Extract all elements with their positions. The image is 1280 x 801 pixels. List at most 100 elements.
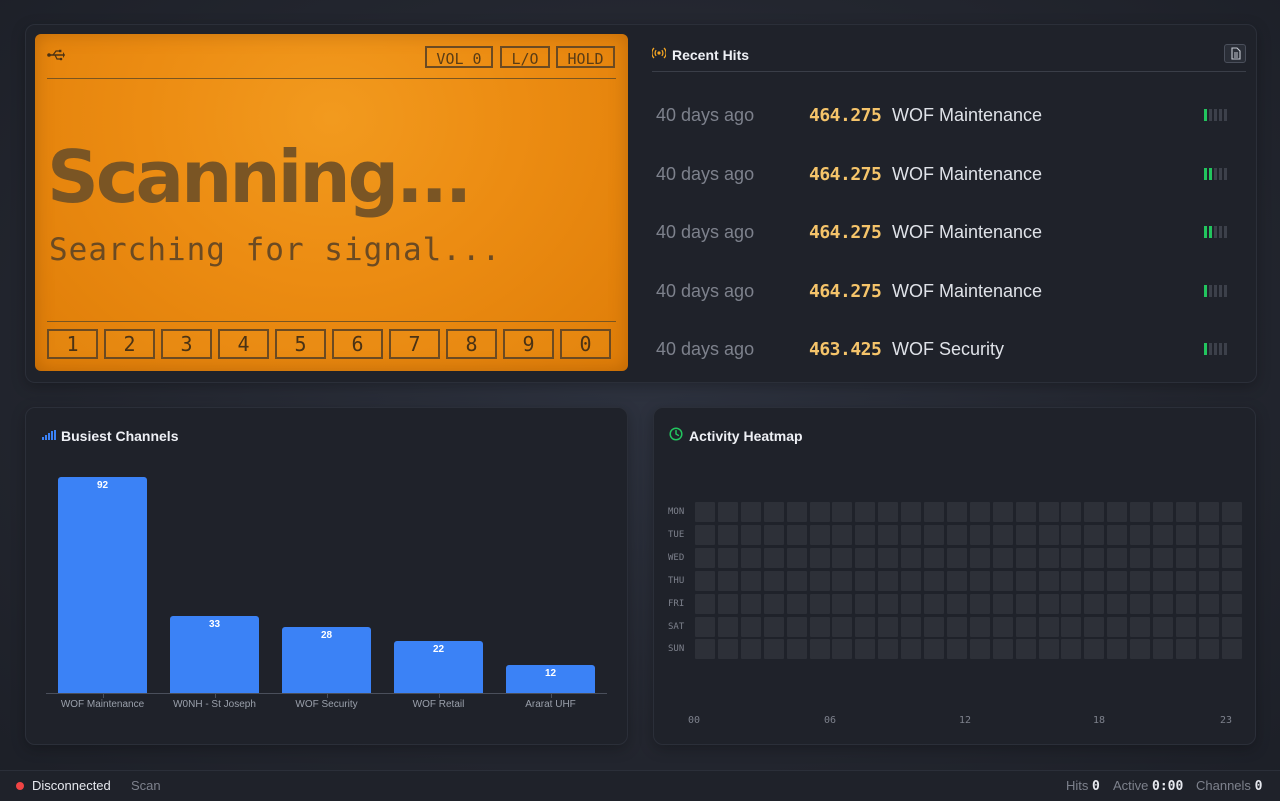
heatmap-cell	[809, 547, 830, 568]
x-axis	[46, 693, 607, 694]
heatmap-cell	[1107, 547, 1128, 568]
heatmap-cell	[1153, 547, 1173, 568]
signal-meter	[1204, 343, 1227, 355]
heatmap-cell	[878, 570, 899, 591]
heatmap-cell	[855, 524, 876, 545]
heatmap-cell	[924, 639, 944, 660]
signal-bars-icon	[42, 430, 56, 440]
hit-row[interactable]: 40 days ago 464.275 WOF Maintenance	[656, 164, 1236, 188]
key-1[interactable]: 1	[47, 329, 98, 359]
heatmap-cell	[1153, 570, 1173, 591]
heatmap-cell	[946, 639, 967, 660]
heatmap-cell	[1221, 547, 1242, 568]
heatmap-cell	[1061, 616, 1082, 637]
heatmap-cell	[740, 616, 761, 637]
heatmap-cell	[763, 547, 784, 568]
channels-value: 0	[1254, 779, 1263, 794]
lockout-indicator: L/O	[500, 46, 550, 68]
heatmap-cell	[832, 570, 853, 591]
signal-bar	[1224, 285, 1227, 297]
hit-time: 40 days ago	[656, 105, 755, 125]
heatmap-cell	[1084, 502, 1105, 522]
heatmap-cell	[763, 570, 784, 591]
heatmap-cell	[740, 570, 761, 591]
key-8[interactable]: 8	[446, 329, 497, 359]
heatmap-cell	[946, 502, 967, 522]
heatmap-cell	[946, 593, 967, 614]
heatmap-cell	[740, 502, 761, 522]
activity-heatmap-panel: Activity Heatmap MON TUE WED THU FRI SAT SUN 00…	[653, 407, 1256, 745]
heatmap-cell	[1221, 639, 1242, 660]
heatmap-cell	[1198, 639, 1219, 660]
heatmap-cell	[1198, 547, 1219, 568]
heatmap-cell	[855, 593, 876, 614]
bar[interactable]	[58, 477, 147, 693]
key-3[interactable]: 3	[161, 329, 212, 359]
heatmap-cell	[740, 547, 761, 568]
signal-bar	[1224, 109, 1227, 121]
heatmap-cell	[1061, 639, 1082, 660]
heatmap-cell	[809, 639, 830, 660]
heatmap-cell	[763, 524, 784, 545]
heatmap-cell	[1130, 616, 1151, 637]
hit-channel-name: WOF Maintenance	[892, 105, 1043, 125]
hit-row[interactable]: 40 days ago 464.275 WOF Maintenance	[656, 222, 1236, 246]
heatmap-cell	[786, 616, 807, 637]
day-label: TUE	[668, 529, 685, 540]
hour-label: 18	[1093, 715, 1106, 726]
recent-hits-header: Recent Hits	[652, 44, 1246, 72]
hour-label: 23	[1220, 715, 1233, 726]
heatmap-cell	[901, 639, 922, 660]
category-label: W0NH - St Joseph	[173, 699, 256, 710]
heatmap-cell	[878, 547, 899, 568]
heatmap-cell	[878, 502, 899, 522]
key-6[interactable]: 6	[332, 329, 383, 359]
key-4[interactable]: 4	[218, 329, 269, 359]
heatmap-cell	[924, 593, 944, 614]
heatmap-cell	[1198, 502, 1219, 522]
heatmap-cell	[740, 639, 761, 660]
key-9[interactable]: 9	[503, 329, 554, 359]
heatmap-cell	[1153, 593, 1173, 614]
hit-row[interactable]: 40 days ago 463.425 WOF Security	[656, 339, 1236, 363]
heatmap-cell	[1084, 593, 1105, 614]
signal-bar	[1214, 285, 1217, 297]
category-label: WOF Security	[295, 699, 358, 710]
signal-bar	[1224, 226, 1227, 238]
heatmap-cell	[786, 570, 807, 591]
heatmap-cell	[946, 570, 967, 591]
heatmap-cell	[878, 593, 899, 614]
heatmap-cell	[1084, 639, 1105, 660]
heatmap-cell	[1221, 616, 1242, 637]
day-label: WED	[668, 552, 685, 563]
heatmap-cell	[786, 593, 807, 614]
heatmap-cell	[1130, 639, 1151, 660]
heatmap-cell	[1107, 639, 1128, 660]
scan-status-text: Scanning...	[47, 135, 472, 219]
heatmap-cell	[1107, 593, 1128, 614]
key-0[interactable]: 0	[560, 329, 611, 359]
bar-value-label: 12	[544, 668, 557, 679]
signal-bar	[1204, 343, 1207, 355]
heatmap-cell	[1175, 570, 1196, 591]
heatmap-cell	[1061, 547, 1082, 568]
usb-icon	[47, 49, 65, 61]
key-2[interactable]: 2	[104, 329, 155, 359]
heatmap-cell	[878, 524, 899, 545]
heatmap-cell	[878, 639, 899, 660]
signal-bar	[1204, 109, 1207, 121]
heatmap-cell	[786, 524, 807, 545]
heatmap-cell	[1198, 616, 1219, 637]
heatmap-cell	[1015, 502, 1036, 522]
hit-row[interactable]: 40 days ago 464.275 WOF Maintenance	[656, 105, 1236, 129]
broadcast-icon	[652, 47, 666, 59]
key-5[interactable]: 5	[275, 329, 326, 359]
key-7[interactable]: 7	[389, 329, 440, 359]
export-log-button[interactable]	[1224, 44, 1246, 63]
heatmap-cell	[1015, 639, 1036, 660]
category-label: Ararat UHF	[525, 699, 576, 710]
heatmap-cell	[1153, 616, 1173, 637]
document-icon	[1231, 47, 1241, 60]
hit-channel-name: WOF Maintenance	[892, 164, 1043, 184]
hit-row[interactable]: 40 days ago 464.275 WOF Maintenance	[656, 281, 1236, 305]
